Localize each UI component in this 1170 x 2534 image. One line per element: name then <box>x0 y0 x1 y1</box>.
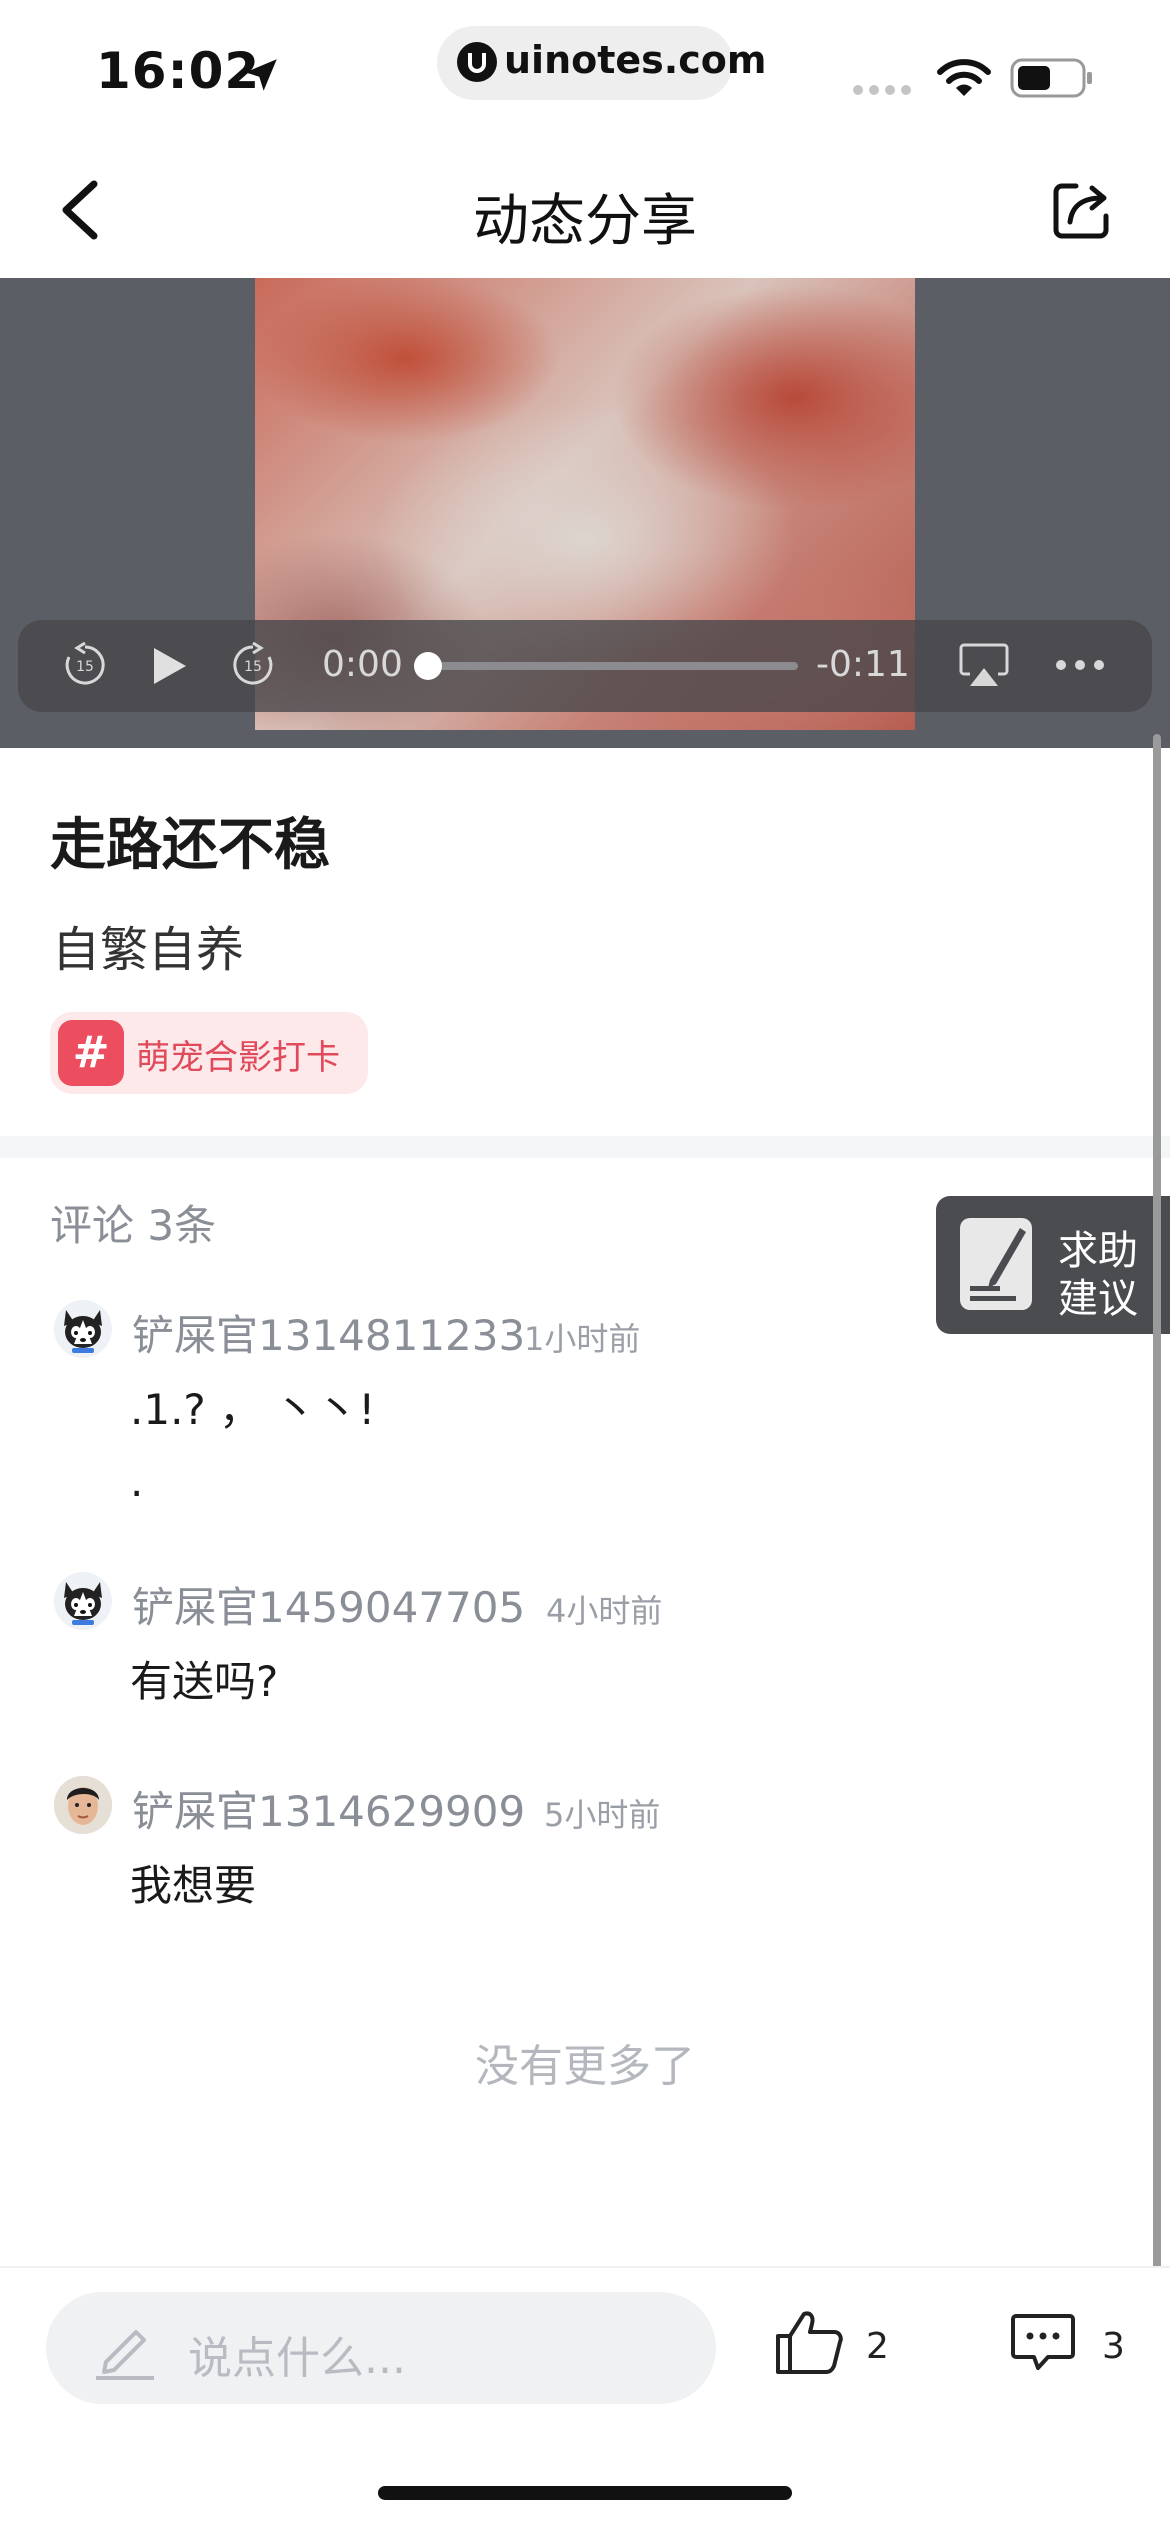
wifi-icon <box>937 59 991 96</box>
comment-username[interactable]: 铲屎官1314629909 <box>132 1778 525 1839</box>
comment-time: 4小时前 <box>546 1592 663 1630</box>
end-of-list-text: 没有更多了 <box>475 2041 695 2092</box>
airplay-icon[interactable] <box>958 642 1010 688</box>
time-elapsed: 0:00 <box>322 644 403 685</box>
rewind-15-icon[interactable]: 15 <box>62 642 108 688</box>
help-label-line2: 建议 <box>1058 1276 1138 1322</box>
status-time: 16:02 <box>96 42 261 100</box>
comment-time: 1小时前 <box>524 1320 641 1358</box>
u-logo-icon <box>457 42 497 82</box>
comment-username[interactable]: 铲屎官1459047705 <box>132 1574 525 1635</box>
time-remaining: -0:11 <box>816 644 910 685</box>
play-icon[interactable] <box>150 644 190 688</box>
comment-avatar[interactable] <box>54 1572 112 1630</box>
more-icon[interactable] <box>1054 658 1106 672</box>
comment-input-placeholder[interactable]: 说点什么... <box>188 2322 406 2386</box>
comment-text-line2: . <box>130 1457 144 1506</box>
like-icon[interactable] <box>774 2308 846 2376</box>
scrollbar[interactable] <box>1153 734 1161 2394</box>
page-title: 动态分享 <box>473 189 697 254</box>
topic-tag-label[interactable]: 萌宠合影打卡 <box>136 1030 340 1079</box>
comments-header: 评论 3条 <box>50 1201 217 1250</box>
share-button[interactable] <box>1048 176 1116 244</box>
cellular-signal-icon <box>853 85 911 95</box>
svg-text:15: 15 <box>76 659 94 675</box>
post-subtitle: 自繁自养 <box>52 922 245 978</box>
comment-avatar[interactable] <box>54 1776 112 1834</box>
husky-avatar-icon <box>64 1582 102 1625</box>
husky-avatar-icon <box>64 1310 102 1353</box>
comment-text: 有送吗? <box>130 1657 279 1706</box>
comment-time: 5小时前 <box>544 1796 661 1834</box>
hashtag-icon: # <box>58 1020 124 1086</box>
post-title: 走路还不稳 <box>50 813 330 878</box>
pencil-icon <box>96 2330 154 2380</box>
share-icon <box>1053 183 1109 239</box>
comment-icon[interactable] <box>1010 2310 1076 2374</box>
comment-text: 我想要 <box>130 1861 257 1910</box>
home-indicator <box>378 2486 792 2500</box>
location-arrow-icon <box>245 59 277 91</box>
comment-avatar[interactable] <box>54 1300 112 1358</box>
progress-slider[interactable] <box>428 662 798 670</box>
comment-count: 3 <box>1102 2326 1125 2367</box>
comment-text: .1.? ， 丶丶! <box>130 1385 376 1434</box>
url-text: uinotes.com <box>504 38 767 82</box>
svg-text:15: 15 <box>244 659 262 675</box>
forward-15-icon[interactable]: 15 <box>230 642 276 688</box>
section-divider <box>0 1136 1170 1158</box>
person-photo-avatar <box>54 1776 112 1834</box>
progress-knob[interactable] <box>414 652 442 680</box>
like-count: 2 <box>866 2326 889 2367</box>
comment-username[interactable]: 铲屎官1314811233 <box>132 1302 525 1363</box>
feedback-pen-icon <box>960 1218 1032 1310</box>
battery-icon <box>1010 58 1092 98</box>
